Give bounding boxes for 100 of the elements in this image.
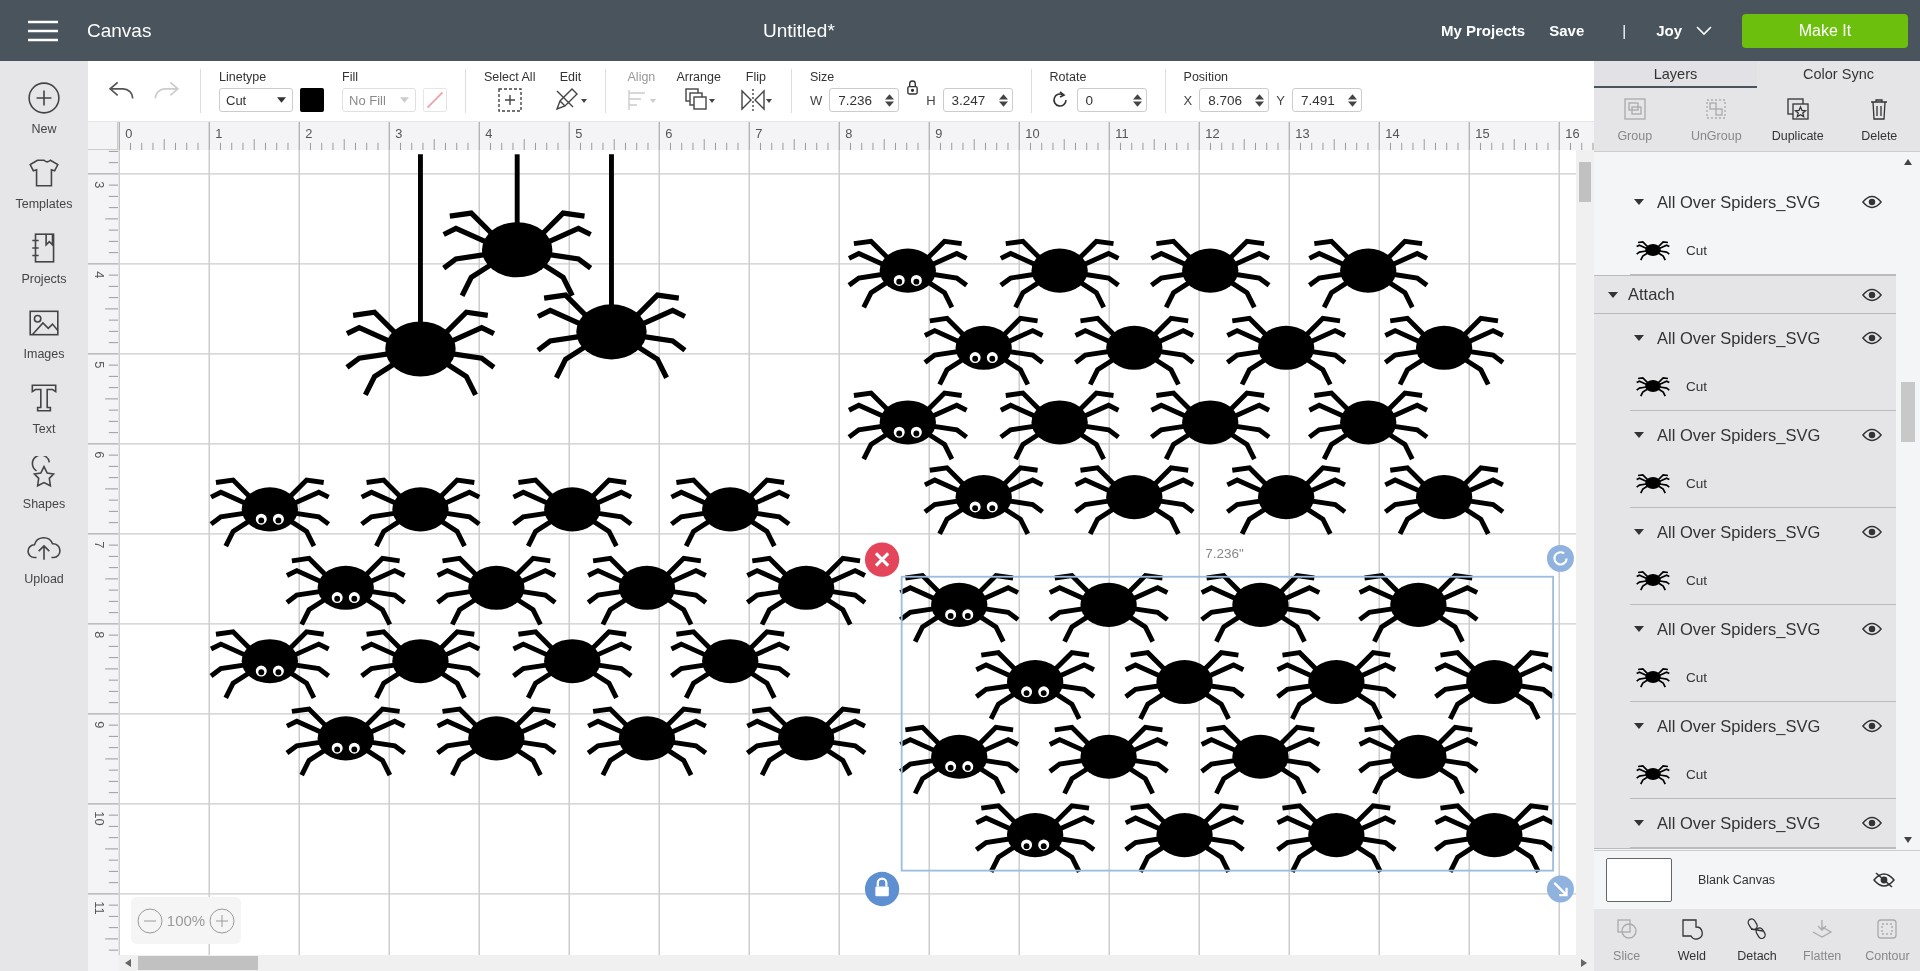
- toolbar-tool-button[interactable]: Edit: [553, 69, 588, 113]
- spider-drawing[interactable]: [1224, 465, 1348, 537]
- caret-icon[interactable]: [1634, 335, 1644, 341]
- spider-drawing[interactable]: [1047, 572, 1170, 645]
- layer-group-row[interactable]: Attach: [1594, 276, 1896, 314]
- spinner-arrows-icon[interactable]: [1255, 92, 1265, 108]
- spider-drawing[interactable]: [744, 555, 868, 627]
- scrollbar-thumb[interactable]: [1579, 162, 1591, 202]
- spinner-arrows-icon[interactable]: [885, 92, 895, 108]
- delete-handle-icon[interactable]: [864, 542, 900, 577]
- sidebar-item[interactable]: Images: [0, 306, 88, 361]
- eye-icon[interactable]: [1862, 331, 1882, 345]
- padlock-icon[interactable]: [906, 79, 920, 95]
- spider-drawing[interactable]: [511, 629, 634, 701]
- hanging-spider-drawing[interactable]: [535, 154, 688, 381]
- spider-drawing[interactable]: [922, 465, 1045, 537]
- spider-drawing[interactable]: [208, 629, 332, 701]
- caret-icon[interactable]: [1634, 723, 1644, 729]
- eye-icon[interactable]: [1862, 195, 1882, 209]
- spider-drawing[interactable]: [669, 477, 792, 549]
- spider-drawing[interactable]: [898, 572, 1021, 645]
- eye-icon[interactable]: [1862, 287, 1882, 302]
- spider-drawing[interactable]: [973, 650, 1097, 722]
- spider-drawing[interactable]: [585, 706, 709, 778]
- toolbar-tool-button[interactable]: Arrange: [676, 69, 721, 113]
- layer-action-button[interactable]: Detach: [1724, 909, 1790, 971]
- caret-icon[interactable]: [1634, 199, 1644, 205]
- spider-drawing[interactable]: [1382, 465, 1506, 537]
- toolbar-tool-button[interactable]: Flip: [738, 69, 773, 113]
- width-field[interactable]: 7.236: [829, 88, 900, 112]
- spider-drawing[interactable]: [1123, 650, 1246, 722]
- layer-row[interactable]: All Over Spiders_SVG: [1630, 314, 1896, 362]
- spider-drawing[interactable]: [1275, 650, 1398, 722]
- menu-icon[interactable]: [28, 19, 58, 42]
- spider-drawing[interactable]: [435, 706, 558, 778]
- caret-icon[interactable]: [1634, 820, 1644, 826]
- eye-icon[interactable]: [1862, 525, 1882, 539]
- toolbar-tool-button[interactable]: Select All: [484, 69, 536, 113]
- sidebar-item[interactable]: Text: [0, 381, 88, 436]
- spider-drawing[interactable]: [435, 555, 558, 627]
- nav-link[interactable]: Save: [1549, 22, 1585, 39]
- spider-drawing[interactable]: [1307, 390, 1430, 462]
- layer-row[interactable]: All Over Spiders_SVG: [1630, 508, 1896, 556]
- hanging-spider-drawing[interactable]: [344, 154, 497, 398]
- spider-drawing[interactable]: [1149, 238, 1272, 310]
- layer-row[interactable]: All Over Spiders_SVG: [1630, 799, 1896, 847]
- eye-icon[interactable]: [1862, 816, 1882, 830]
- spider-drawing[interactable]: [1047, 724, 1170, 796]
- sidebar-item[interactable]: Upload: [0, 531, 88, 586]
- caret-icon[interactable]: [1634, 432, 1644, 438]
- vertical-scrollbar[interactable]: [1576, 150, 1594, 955]
- spider-drawing[interactable]: [1357, 572, 1480, 645]
- hidden-eye-icon[interactable]: [1873, 872, 1895, 888]
- horizontal-scrollbar[interactable]: [88, 955, 1594, 971]
- caret-icon[interactable]: [1634, 626, 1644, 632]
- resize-handle-icon[interactable]: [1547, 875, 1574, 903]
- spider-drawing[interactable]: [922, 315, 1045, 387]
- spider-drawing[interactable]: [973, 803, 1097, 875]
- scroll-down-icon[interactable]: [1903, 836, 1913, 844]
- spider-drawing[interactable]: [998, 390, 1121, 462]
- eye-icon[interactable]: [1862, 719, 1882, 733]
- spider-drawing[interactable]: [208, 477, 332, 549]
- nav-link[interactable]: My Projects: [1441, 22, 1526, 39]
- spider-drawing[interactable]: [1199, 572, 1322, 645]
- scrollbar-thumb[interactable]: [1901, 382, 1915, 442]
- sidebar-item[interactable]: Projects: [0, 231, 88, 286]
- height-field[interactable]: 3.247: [942, 88, 1013, 112]
- spider-drawing[interactable]: [1224, 315, 1348, 387]
- spider-drawing[interactable]: [284, 555, 407, 627]
- spider-drawing[interactable]: [359, 477, 482, 549]
- spinner-arrows-icon[interactable]: [1132, 92, 1142, 108]
- user-menu[interactable]: Joy: [1656, 22, 1712, 39]
- caret-icon[interactable]: [1634, 529, 1644, 535]
- spinner-arrows-icon[interactable]: [998, 92, 1008, 108]
- spider-drawing[interactable]: [1357, 724, 1480, 796]
- rotate-field[interactable]: 0: [1076, 88, 1147, 112]
- caret-icon[interactable]: [1608, 291, 1618, 298]
- spider-drawing[interactable]: [846, 238, 970, 310]
- spider-drawing[interactable]: [1073, 465, 1196, 537]
- spider-drawing[interactable]: [1123, 803, 1246, 875]
- spider-drawing[interactable]: [1275, 803, 1398, 875]
- spider-drawing[interactable]: [359, 629, 482, 701]
- spider-drawing[interactable]: [898, 724, 1021, 796]
- layer-row[interactable]: All Over Spiders_SVG: [1630, 605, 1896, 653]
- scroll-right-icon[interactable]: [1580, 958, 1588, 968]
- spinner-arrows-icon[interactable]: [1347, 92, 1357, 108]
- hanging-spider-drawing[interactable]: [441, 154, 594, 299]
- spider-drawing[interactable]: [1199, 724, 1322, 796]
- sidebar-item[interactable]: New: [0, 81, 88, 136]
- eye-icon[interactable]: [1862, 428, 1882, 442]
- layer-row[interactable]: All Over Spiders_SVG: [1630, 411, 1896, 459]
- linetype-color-swatch[interactable]: [300, 88, 324, 112]
- y-field[interactable]: 7.491: [1291, 88, 1362, 112]
- scroll-left-icon[interactable]: [124, 958, 132, 968]
- spider-drawing[interactable]: [744, 706, 868, 778]
- layer-row[interactable]: All Over Spiders_SVG: [1630, 702, 1896, 750]
- layer-action-button[interactable]: Weld: [1659, 909, 1725, 971]
- eye-icon[interactable]: [1862, 622, 1882, 636]
- spider-drawing[interactable]: [284, 706, 407, 778]
- canvas-layer-row[interactable]: Blank Canvas: [1594, 850, 1920, 909]
